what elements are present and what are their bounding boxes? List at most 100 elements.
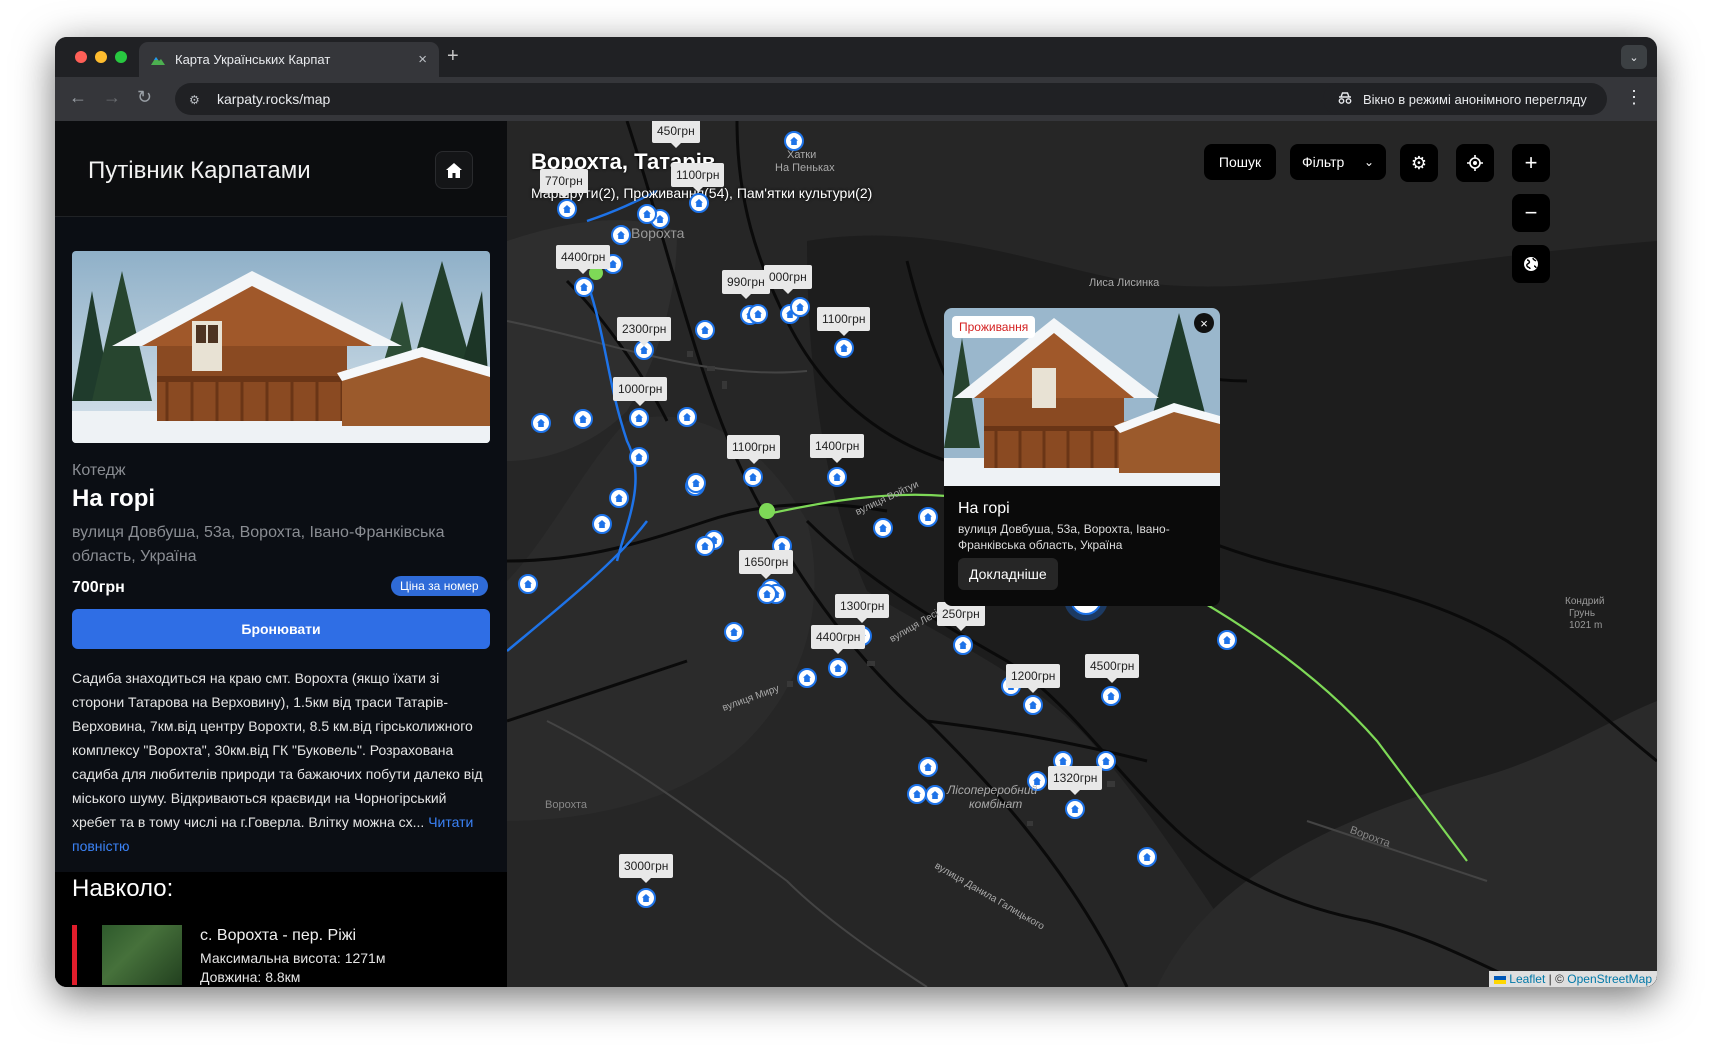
price-label[interactable]: 4400грн <box>556 245 611 274</box>
locate-button[interactable] <box>1456 144 1494 182</box>
layers-button[interactable] <box>1512 245 1550 283</box>
tab-bar: Карта Українських Карпат × + ⌄ <box>55 37 1657 77</box>
popup-close-icon[interactable]: × <box>1194 313 1214 333</box>
lodging-marker-icon[interactable] <box>1217 630 1237 650</box>
lodging-marker-icon[interactable] <box>689 193 709 213</box>
lodging-marker-icon[interactable] <box>573 409 593 429</box>
place-label: Ворохта <box>631 225 685 241</box>
lodging-marker-icon[interactable] <box>828 658 848 678</box>
site-brand[interactable]: Путівник Карпатами <box>88 157 311 185</box>
lodging-marker-icon[interactable] <box>557 199 577 219</box>
browser-menu-icon[interactable]: ⋮ <box>1625 88 1643 106</box>
lodging-marker-icon[interactable] <box>797 668 817 688</box>
lodging-marker-icon[interactable] <box>918 757 938 777</box>
lodging-marker-icon[interactable] <box>784 131 804 151</box>
book-button[interactable]: Бронювати <box>72 609 490 649</box>
price-label[interactable]: 990грн <box>722 270 770 299</box>
lodging-marker-icon[interactable] <box>637 204 657 224</box>
lodging-marker-icon[interactable] <box>629 408 649 428</box>
lodging-marker-icon[interactable] <box>925 785 945 805</box>
nearby-route-item[interactable]: с. Ворохта - пер. Ріжі Максимальна висот… <box>72 925 492 985</box>
map-view[interactable]: Ворохта, Татарів Маршрути(2), Проживання… <box>507 121 1657 987</box>
lodging-marker-icon[interactable] <box>531 413 551 433</box>
lodging-marker-icon[interactable] <box>790 297 810 317</box>
price-label[interactable]: 1000грн <box>613 377 668 406</box>
url-text[interactable]: karpaty.rocks/map <box>217 91 330 107</box>
price-label[interactable]: 1400грн <box>810 434 865 463</box>
price-label[interactable]: 3000грн <box>619 854 674 883</box>
minimize-window-button[interactable] <box>95 51 107 63</box>
lodging-marker-icon[interactable] <box>609 488 629 508</box>
place-label: комбінат <box>969 797 1023 811</box>
lodging-marker-icon[interactable] <box>1023 695 1043 715</box>
lodging-marker-icon[interactable] <box>743 467 763 487</box>
price-label[interactable]: 1100грн <box>671 163 725 192</box>
price-label[interactable]: 770грн <box>540 169 588 198</box>
new-tab-button[interactable]: + <box>447 45 459 68</box>
place-label: Ворохта <box>545 799 587 811</box>
maximize-window-button[interactable] <box>115 51 127 63</box>
incognito-badge[interactable]: Вікно в режимі анонімного перегляду <box>1323 83 1607 115</box>
page-content: Путівник Карпатами Котедж На горі вулиця… <box>55 121 1657 987</box>
forward-arrow-icon[interactable]: → <box>103 87 121 108</box>
filter-select[interactable]: Фільтр ⌄ <box>1290 144 1386 180</box>
lodging-marker-icon[interactable] <box>695 320 715 340</box>
lodging-marker-icon[interactable] <box>629 447 649 467</box>
lodging-marker-icon[interactable] <box>953 635 973 655</box>
lodging-marker-icon[interactable] <box>918 507 938 527</box>
price-label[interactable]: 4400грн <box>811 625 866 654</box>
place-label: На Пеньках <box>775 162 835 174</box>
back-arrow-icon[interactable]: ← <box>69 87 87 108</box>
tab-close-icon[interactable]: × <box>418 51 427 68</box>
price-label[interactable]: 1320грн <box>1048 766 1103 795</box>
route-thumbnail <box>102 925 182 985</box>
lodging-marker-icon[interactable] <box>518 574 538 594</box>
place-kind: Котедж <box>72 462 126 479</box>
price-label[interactable]: 1200грн <box>1006 664 1061 693</box>
tab-search-chevron-icon[interactable]: ⌄ <box>1621 45 1647 69</box>
reload-icon[interactable]: ↻ <box>137 87 152 108</box>
lodging-marker-icon[interactable] <box>574 277 594 297</box>
browser-tab[interactable]: Карта Українських Карпат × <box>139 42 439 77</box>
lodging-marker-icon[interactable] <box>1065 799 1085 819</box>
place-label: Хатки <box>787 149 817 161</box>
lodging-marker-icon[interactable] <box>677 407 697 427</box>
site-settings-icon[interactable]: ⚙ <box>189 93 203 107</box>
leaflet-link[interactable]: Leaflet <box>1509 972 1545 986</box>
price-label[interactable]: 1100грн <box>727 435 781 464</box>
incognito-label: Вікно в режимі анонімного перегляду <box>1363 91 1587 107</box>
lodging-marker-icon[interactable] <box>873 518 893 538</box>
close-window-button[interactable] <box>75 51 87 63</box>
cottage-photo[interactable] <box>72 251 490 443</box>
settings-button[interactable]: ⚙ <box>1400 144 1438 182</box>
lodging-marker-icon[interactable] <box>1101 686 1121 706</box>
lodging-marker-icon[interactable] <box>724 622 744 642</box>
price-label[interactable]: 1650грн <box>739 550 794 579</box>
zoom-in-button[interactable]: + <box>1512 144 1550 182</box>
home-button[interactable] <box>435 151 473 189</box>
lodging-marker-icon[interactable] <box>827 467 847 487</box>
zoom-out-button[interactable]: − <box>1512 194 1550 232</box>
lodging-marker-icon[interactable] <box>611 225 631 245</box>
lodging-marker-icon[interactable] <box>592 514 612 534</box>
lodging-marker-icon[interactable] <box>695 536 715 556</box>
lodging-marker-icon[interactable] <box>834 338 854 358</box>
price-label[interactable]: 2300грн <box>617 317 672 346</box>
price-label[interactable]: 1300грн <box>835 594 890 623</box>
osm-link[interactable]: OpenStreetMap <box>1567 972 1652 986</box>
lodging-marker-icon[interactable] <box>907 784 927 804</box>
price-label[interactable]: 450грн <box>652 121 700 148</box>
popup-details-button[interactable]: Докладніше <box>958 558 1058 590</box>
search-button[interactable]: Пошук <box>1204 144 1276 180</box>
price-label[interactable]: 1100грн <box>817 307 871 336</box>
address-bar[interactable]: ⚙ karpaty.rocks/map ☆ <box>175 83 1361 115</box>
price-label[interactable]: 000грн <box>764 265 812 294</box>
place-address: вулиця Довбуша, 53а, Ворохта, Івано-Фран… <box>72 524 445 565</box>
place-label: Грунь <box>1569 608 1596 619</box>
lodging-marker-icon[interactable] <box>636 888 656 908</box>
lodging-marker-icon[interactable] <box>686 473 706 493</box>
lodging-marker-icon[interactable] <box>1137 847 1157 867</box>
price-label[interactable]: 4500грн <box>1085 654 1140 683</box>
lodging-marker-icon[interactable] <box>757 584 777 604</box>
lodging-marker-icon[interactable] <box>748 304 768 324</box>
